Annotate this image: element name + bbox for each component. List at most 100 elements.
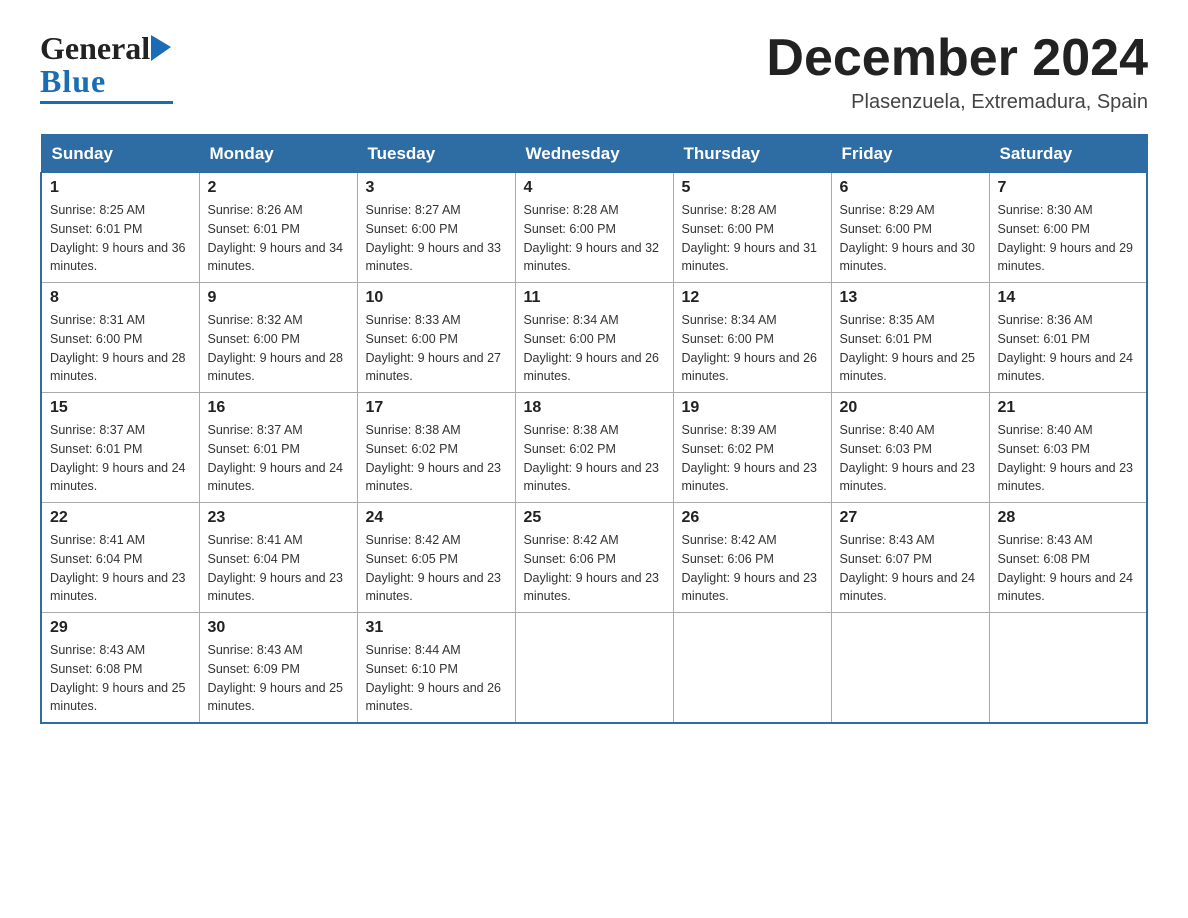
calendar-cell: 3Sunrise: 8:27 AMSunset: 6:00 PMDaylight… [357,173,515,283]
day-number: 30 [208,619,349,637]
day-info: Sunrise: 8:43 AMSunset: 6:08 PMDaylight:… [998,531,1139,606]
day-info: Sunrise: 8:44 AMSunset: 6:10 PMDaylight:… [366,641,507,716]
calendar-week-5: 29Sunrise: 8:43 AMSunset: 6:08 PMDayligh… [41,613,1147,724]
calendar-cell [515,613,673,724]
col-wednesday: Wednesday [515,135,673,173]
day-info: Sunrise: 8:43 AMSunset: 6:08 PMDaylight:… [50,641,191,716]
calendar-cell: 11Sunrise: 8:34 AMSunset: 6:00 PMDayligh… [515,283,673,393]
calendar-cell: 12Sunrise: 8:34 AMSunset: 6:00 PMDayligh… [673,283,831,393]
calendar-header: Sunday Monday Tuesday Wednesday Thursday… [41,135,1147,173]
calendar-cell: 6 Sunrise: 8:29 AMSunset: 6:00 PMDaylight… [831,173,989,283]
calendar-cell: 4Sunrise: 8:28 AMSunset: 6:00 PMDaylight… [515,173,673,283]
day-number: 15 [50,399,191,417]
calendar-cell [673,613,831,724]
day-number: 23 [208,509,349,527]
day-info: Sunrise: 8:36 AMSunset: 6:01 PMDaylight:… [998,311,1139,386]
col-sunday: Sunday [41,135,199,173]
logo-general-text: General [40,30,150,67]
col-tuesday: Tuesday [357,135,515,173]
day-info: Sunrise: 8:37 AMSunset: 6:01 PMDaylight:… [208,421,349,496]
col-friday: Friday [831,135,989,173]
day-number: 9 [208,289,349,307]
day-number: 18 [524,399,665,417]
day-info: Sunrise: 8:38 AMSunset: 6:02 PMDaylight:… [366,421,507,496]
day-info: Sunrise: 8:37 AMSunset: 6:01 PMDaylight:… [50,421,191,496]
calendar-cell: 8 Sunrise: 8:31 AMSunset: 6:00 PMDaylight… [41,283,199,393]
day-number: 24 [366,509,507,527]
day-number: 28 [998,509,1139,527]
month-title: December 2024 [766,30,1148,87]
day-number: 21 [998,399,1139,417]
calendar-cell: 31 Sunrise: 8:44 AMSunset: 6:10 PMDayligh… [357,613,515,724]
day-number: 2 [208,179,349,197]
calendar-cell: 14Sunrise: 8:36 AMSunset: 6:01 PMDayligh… [989,283,1147,393]
calendar-cell: 29Sunrise: 8:43 AMSunset: 6:08 PMDayligh… [41,613,199,724]
day-number: 12 [682,289,823,307]
day-number: 22 [50,509,191,527]
day-info: Sunrise: 8:43 AMSunset: 6:07 PMDaylight:… [840,531,981,606]
calendar-cell: 5 Sunrise: 8:28 AMSunset: 6:00 PMDaylight… [673,173,831,283]
day-info: Sunrise: 8:40 AMSunset: 6:03 PMDaylight:… [998,421,1139,496]
title-area: December 2024 Plasenzuela, Extremadura, … [766,30,1148,114]
day-number: 25 [524,509,665,527]
calendar-cell [989,613,1147,724]
calendar-week-4: 22 Sunrise: 8:41 AMSunset: 6:04 PMDayligh… [41,503,1147,613]
day-number: 31 [366,619,507,637]
day-info: Sunrise: 8:38 AMSunset: 6:02 PMDaylight:… [524,421,665,496]
calendar-cell: 9 Sunrise: 8:32 AMSunset: 6:00 PMDaylight… [199,283,357,393]
day-info: Sunrise: 8:41 AMSunset: 6:04 PMDaylight:… [50,531,191,606]
calendar-cell: 28 Sunrise: 8:43 AMSunset: 6:08 PMDayligh… [989,503,1147,613]
day-info: Sunrise: 8:42 AMSunset: 6:06 PMDaylight:… [682,531,823,606]
day-info: Sunrise: 8:28 AMSunset: 6:00 PMDaylight:… [682,201,823,276]
page-header: General Blue December 2024 Plasenzuela, … [40,30,1148,114]
day-info: Sunrise: 8:43 AMSunset: 6:09 PMDaylight:… [208,641,349,716]
day-number: 7 [998,179,1139,197]
calendar-cell: 15 Sunrise: 8:37 AMSunset: 6:01 PMDayligh… [41,393,199,503]
day-info: Sunrise: 8:33 AMSunset: 6:00 PMDaylight:… [366,311,507,386]
day-info: Sunrise: 8:26 AMSunset: 6:01 PMDaylight:… [208,201,349,276]
calendar-week-1: 1Sunrise: 8:25 AMSunset: 6:01 PMDaylight… [41,173,1147,283]
day-info: Sunrise: 8:39 AMSunset: 6:02 PMDaylight:… [682,421,823,496]
calendar-cell: 27Sunrise: 8:43 AMSunset: 6:07 PMDayligh… [831,503,989,613]
day-info: Sunrise: 8:27 AMSunset: 6:00 PMDaylight:… [366,201,507,276]
day-number: 20 [840,399,981,417]
day-info: Sunrise: 8:28 AMSunset: 6:00 PMDaylight:… [524,201,665,276]
calendar-body: 1Sunrise: 8:25 AMSunset: 6:01 PMDaylight… [41,173,1147,724]
location-subtitle: Plasenzuela, Extremadura, Spain [766,91,1148,114]
calendar-cell: 17 Sunrise: 8:38 AMSunset: 6:02 PMDayligh… [357,393,515,503]
calendar-cell: 22 Sunrise: 8:41 AMSunset: 6:04 PMDayligh… [41,503,199,613]
day-info: Sunrise: 8:35 AMSunset: 6:01 PMDaylight:… [840,311,981,386]
calendar-cell: 18 Sunrise: 8:38 AMSunset: 6:02 PMDayligh… [515,393,673,503]
calendar-cell: 2 Sunrise: 8:26 AMSunset: 6:01 PMDaylight… [199,173,357,283]
day-info: Sunrise: 8:31 AMSunset: 6:00 PMDaylight:… [50,311,191,386]
col-thursday: Thursday [673,135,831,173]
day-info: Sunrise: 8:34 AMSunset: 6:00 PMDaylight:… [524,311,665,386]
calendar-cell: 20Sunrise: 8:40 AMSunset: 6:03 PMDayligh… [831,393,989,503]
calendar-cell: 10 Sunrise: 8:33 AMSunset: 6:00 PMDayligh… [357,283,515,393]
logo-triangle-icon [151,33,173,61]
day-info: Sunrise: 8:42 AMSunset: 6:05 PMDaylight:… [366,531,507,606]
day-info: Sunrise: 8:32 AMSunset: 6:00 PMDaylight:… [208,311,349,386]
day-info: Sunrise: 8:25 AMSunset: 6:01 PMDaylight:… [50,201,191,276]
day-number: 17 [366,399,507,417]
calendar-cell: 21 Sunrise: 8:40 AMSunset: 6:03 PMDayligh… [989,393,1147,503]
calendar-week-3: 15 Sunrise: 8:37 AMSunset: 6:01 PMDayligh… [41,393,1147,503]
calendar-cell: 25 Sunrise: 8:42 AMSunset: 6:06 PMDayligh… [515,503,673,613]
day-info: Sunrise: 8:29 AMSunset: 6:00 PMDaylight:… [840,201,981,276]
header-row: Sunday Monday Tuesday Wednesday Thursday… [41,135,1147,173]
day-info: Sunrise: 8:30 AMSunset: 6:00 PMDaylight:… [998,201,1139,276]
logo-blue-text: Blue [40,63,106,100]
calendar-table: Sunday Monday Tuesday Wednesday Thursday… [40,134,1148,724]
day-number: 5 [682,179,823,197]
calendar-cell [831,613,989,724]
day-number: 8 [50,289,191,307]
day-number: 6 [840,179,981,197]
day-number: 10 [366,289,507,307]
logo-underline [40,101,173,104]
day-info: Sunrise: 8:42 AMSunset: 6:06 PMDaylight:… [524,531,665,606]
day-number: 13 [840,289,981,307]
day-info: Sunrise: 8:41 AMSunset: 6:04 PMDaylight:… [208,531,349,606]
logo: General Blue [40,30,173,104]
day-number: 16 [208,399,349,417]
calendar-cell: 19Sunrise: 8:39 AMSunset: 6:02 PMDayligh… [673,393,831,503]
